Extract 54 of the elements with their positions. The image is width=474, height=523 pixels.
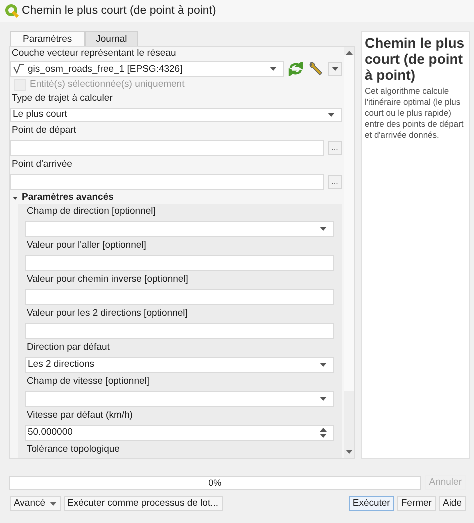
field-label: Valeur pour chemin inverse [optionnel]	[26, 272, 190, 287]
input-field[interactable]	[25, 322, 334, 339]
app-logo-icon	[5, 4, 19, 18]
section-header[interactable]: Paramètres avancés	[10, 190, 342, 204]
field-label: Point de départ	[11, 124, 78, 138]
field-label: Champ de vitesse [optionnel]	[26, 374, 151, 389]
collapse-icon	[13, 196, 18, 200]
dropdown[interactable]: Les 2 directions	[25, 356, 334, 373]
checkbox-label: Entité(s) sélectionnée(s) uniquement	[30, 79, 185, 90]
tab[interactable]: Paramètres	[10, 31, 86, 46]
dialog-button[interactable]: Fermer	[397, 496, 436, 511]
refresh-icon[interactable]	[288, 62, 304, 76]
field-label: Champ de direction [optionnel]	[26, 204, 157, 219]
progress-text: 0%	[208, 478, 222, 488]
field-label: Point d'arrivée	[11, 158, 74, 172]
caret-icon	[328, 112, 335, 117]
field-label: Tolérance topologique	[26, 442, 121, 457]
field-label: Couche vecteur représentant le réseau	[11, 47, 178, 60]
dropdown[interactable]: Le plus court	[10, 108, 342, 122]
dialog-button[interactable]: Aide	[438, 496, 466, 511]
layer-dropdown[interactable]: gis_osm_roads_free_1 [EPSG:4326]	[10, 61, 284, 77]
dialog-button[interactable]: Avancé	[10, 496, 61, 511]
field-label: Valeur pour les 2 directions [optionnel]	[26, 306, 189, 321]
scrollbar[interactable]	[344, 47, 354, 458]
dropdown[interactable]	[25, 220, 334, 237]
caret-icon	[320, 362, 327, 367]
caret-icon	[320, 396, 327, 401]
browse-button[interactable]: ...	[328, 140, 342, 155]
input-field[interactable]	[25, 254, 334, 271]
caret-icon	[270, 67, 277, 71]
field-label: Valeur pour l'aller [optionnel]	[26, 238, 148, 253]
spin-box[interactable]: 50.000000	[25, 424, 334, 441]
wrench-icon[interactable]	[308, 61, 324, 77]
help-text: Cet algorithme calcule l'itinéraire optimal (le plus court ou le plus rapide) entre des points de départ et d'arrivée donnés.	[365, 86, 465, 141]
dialog-button[interactable]: Exécuter	[348, 496, 394, 511]
input-field[interactable]	[10, 174, 324, 190]
input-field[interactable]	[25, 288, 334, 305]
line-layer-icon	[13, 64, 25, 74]
input-field[interactable]	[10, 140, 324, 156]
dropdown[interactable]	[25, 390, 334, 407]
caret-icon	[332, 67, 338, 71]
help-title: Chemin le plus court (de point à point)	[365, 35, 466, 83]
options-button[interactable]	[328, 62, 342, 76]
window-title: Chemin le plus court (de point à point)	[22, 5, 216, 17]
field-label: Type de trajet à calculer	[11, 92, 114, 106]
caret-icon	[320, 226, 327, 231]
scroll-down-icon	[346, 450, 352, 454]
spin-arrows-icon	[320, 428, 327, 438]
field-label: Vitesse par défaut (km/h)	[26, 408, 134, 423]
tab[interactable]: Journal	[85, 31, 138, 46]
field-label: Direction par défaut	[26, 340, 111, 355]
scrollbar-thumb[interactable]	[344, 55, 354, 391]
dialog-button[interactable]: Exécuter comme processus de lot...	[64, 496, 223, 511]
browse-button[interactable]: ...	[328, 174, 342, 189]
